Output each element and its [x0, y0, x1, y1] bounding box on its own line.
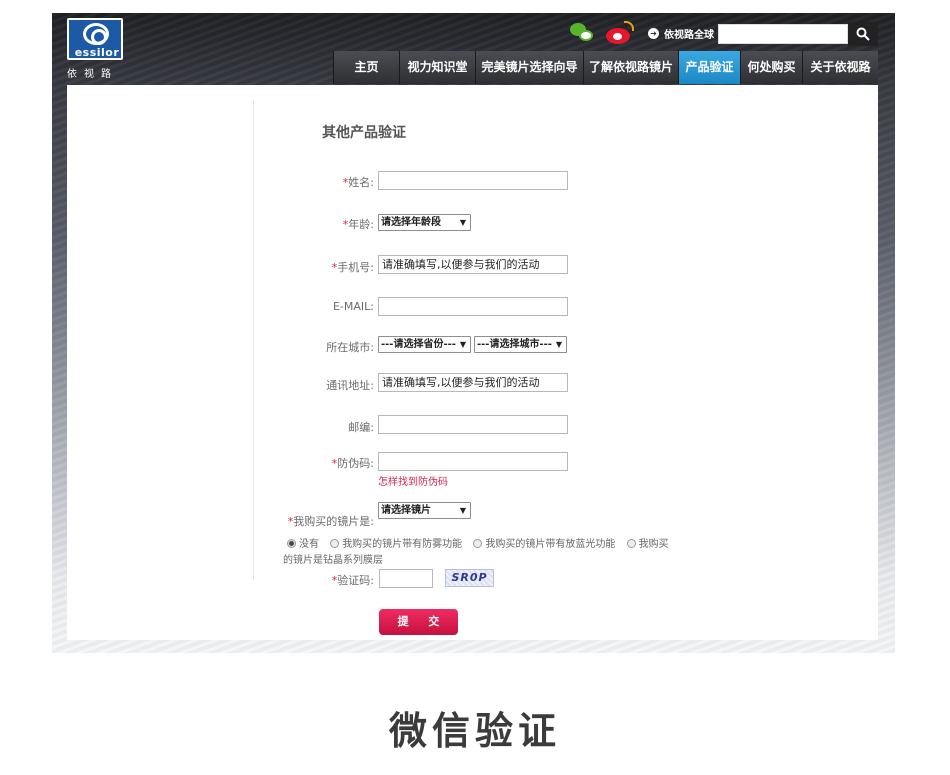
logo-box: essilor [67, 18, 123, 60]
submit-button[interactable]: 提 交 [379, 609, 458, 635]
lens-feature-radios: 没有 我购买的镜片带有防雾功能 我购买的镜片带有放蓝光功能 我购买 [287, 535, 669, 550]
radio-option-antifog[interactable]: 我购买的镜片带有防雾功能 [330, 539, 462, 550]
page: essilor 依视路 ➜ 依视路全球 主页 视力知识堂 完美镜片选择向导 了解… [0, 0, 950, 775]
nav-item-home[interactable]: 主页 [333, 51, 399, 84]
city-label: 所在城市: [326, 341, 374, 354]
captcha-label: *验证码: [331, 574, 374, 587]
zip-field[interactable] [378, 415, 568, 434]
nav-item-product-verify[interactable]: 产品验证 [678, 51, 740, 84]
form-title: 其他产品验证 [322, 125, 406, 141]
radio-wrap-text: 的镜片是钻晶系列膜层 [283, 555, 383, 566]
radio-icon [473, 539, 483, 548]
age-label: *年龄: [342, 218, 374, 231]
logo-brand-text: essilor [74, 46, 120, 59]
address-label: 通讯地址: [326, 379, 374, 392]
nav-item-where-to-buy[interactable]: 何处购买 [740, 51, 802, 84]
wechat-icon[interactable] [570, 23, 594, 43]
code-label: *防伪码: [331, 457, 374, 470]
captcha-image[interactable]: SR0P [445, 569, 494, 587]
radio-option-diamond[interactable]: 我购买 [626, 539, 669, 550]
phone-field[interactable]: 请准确填写,以便参与我们的活动 [378, 255, 568, 274]
dropdown-arrow-icon: ▼ [459, 218, 466, 227]
social-links: ➜ 依视路全球 [570, 20, 724, 46]
dropdown-arrow-icon: ▼ [555, 340, 562, 349]
age-select[interactable]: 请选择年龄段 ▼ [378, 214, 471, 231]
nav-item-vision-knowledge[interactable]: 视力知识堂 [399, 51, 475, 84]
radio-icon [287, 539, 296, 548]
lens-select[interactable]: 请选择镜片 ▼ [378, 502, 471, 519]
wechat-verify-title: 微信验证 [388, 709, 561, 753]
lens-label: *我购买的镜片是: [287, 515, 374, 528]
name-label: *姓名: [342, 176, 374, 189]
email-label: E-MAIL: [332, 300, 374, 313]
phone-label: *手机号: [331, 261, 374, 274]
logo-cn-text: 依视路 [67, 69, 118, 80]
essilor-logo[interactable]: essilor 依视路 [67, 18, 125, 80]
zip-label: 邮编: [348, 421, 374, 434]
email-field[interactable] [378, 297, 568, 316]
dropdown-arrow-icon: ▼ [459, 506, 466, 515]
captcha-field[interactable] [379, 569, 433, 588]
dropdown-arrow-icon: ▼ [459, 340, 466, 349]
content-divider [253, 100, 254, 580]
code-field[interactable] [378, 452, 568, 471]
name-field[interactable] [378, 171, 568, 190]
main-nav: 主页 视力知识堂 完美镜片选择向导 了解依视路镜片 产品验证 何处购买 关于依视… [333, 51, 878, 84]
content-panel [67, 85, 878, 640]
radio-option-none[interactable]: 没有 [287, 539, 319, 550]
radio-icon [626, 539, 636, 548]
code-help-link[interactable]: 怎样找到防伪码 [378, 473, 448, 488]
province-select[interactable]: ---请选择省份--- ▼ [378, 336, 471, 353]
search-button[interactable] [848, 22, 878, 46]
radio-icon [330, 539, 340, 548]
globe-icon: ➜ [648, 27, 659, 39]
city-select[interactable]: ---请选择城市--- ▼ [474, 336, 567, 353]
radio-option-bluelight[interactable]: 我购买的镜片带有放蓝光功能 [473, 539, 615, 550]
eye-icon [83, 23, 109, 45]
search-icon [856, 27, 870, 41]
global-link[interactable]: 依视路全球 [664, 26, 714, 41]
nav-item-about-lenses[interactable]: 了解依视路镜片 [583, 51, 678, 84]
weibo-icon[interactable] [606, 21, 634, 45]
site-header: essilor 依视路 ➜ 依视路全球 主页 视力知识堂 完美镜片选择向导 了解… [67, 13, 878, 85]
search-input[interactable] [718, 24, 848, 44]
nav-item-lens-guide[interactable]: 完美镜片选择向导 [475, 51, 583, 84]
address-field[interactable]: 请准确填写,以便参与我们的活动 [378, 373, 568, 392]
nav-item-about-essilor[interactable]: 关于依视路 [802, 51, 878, 84]
